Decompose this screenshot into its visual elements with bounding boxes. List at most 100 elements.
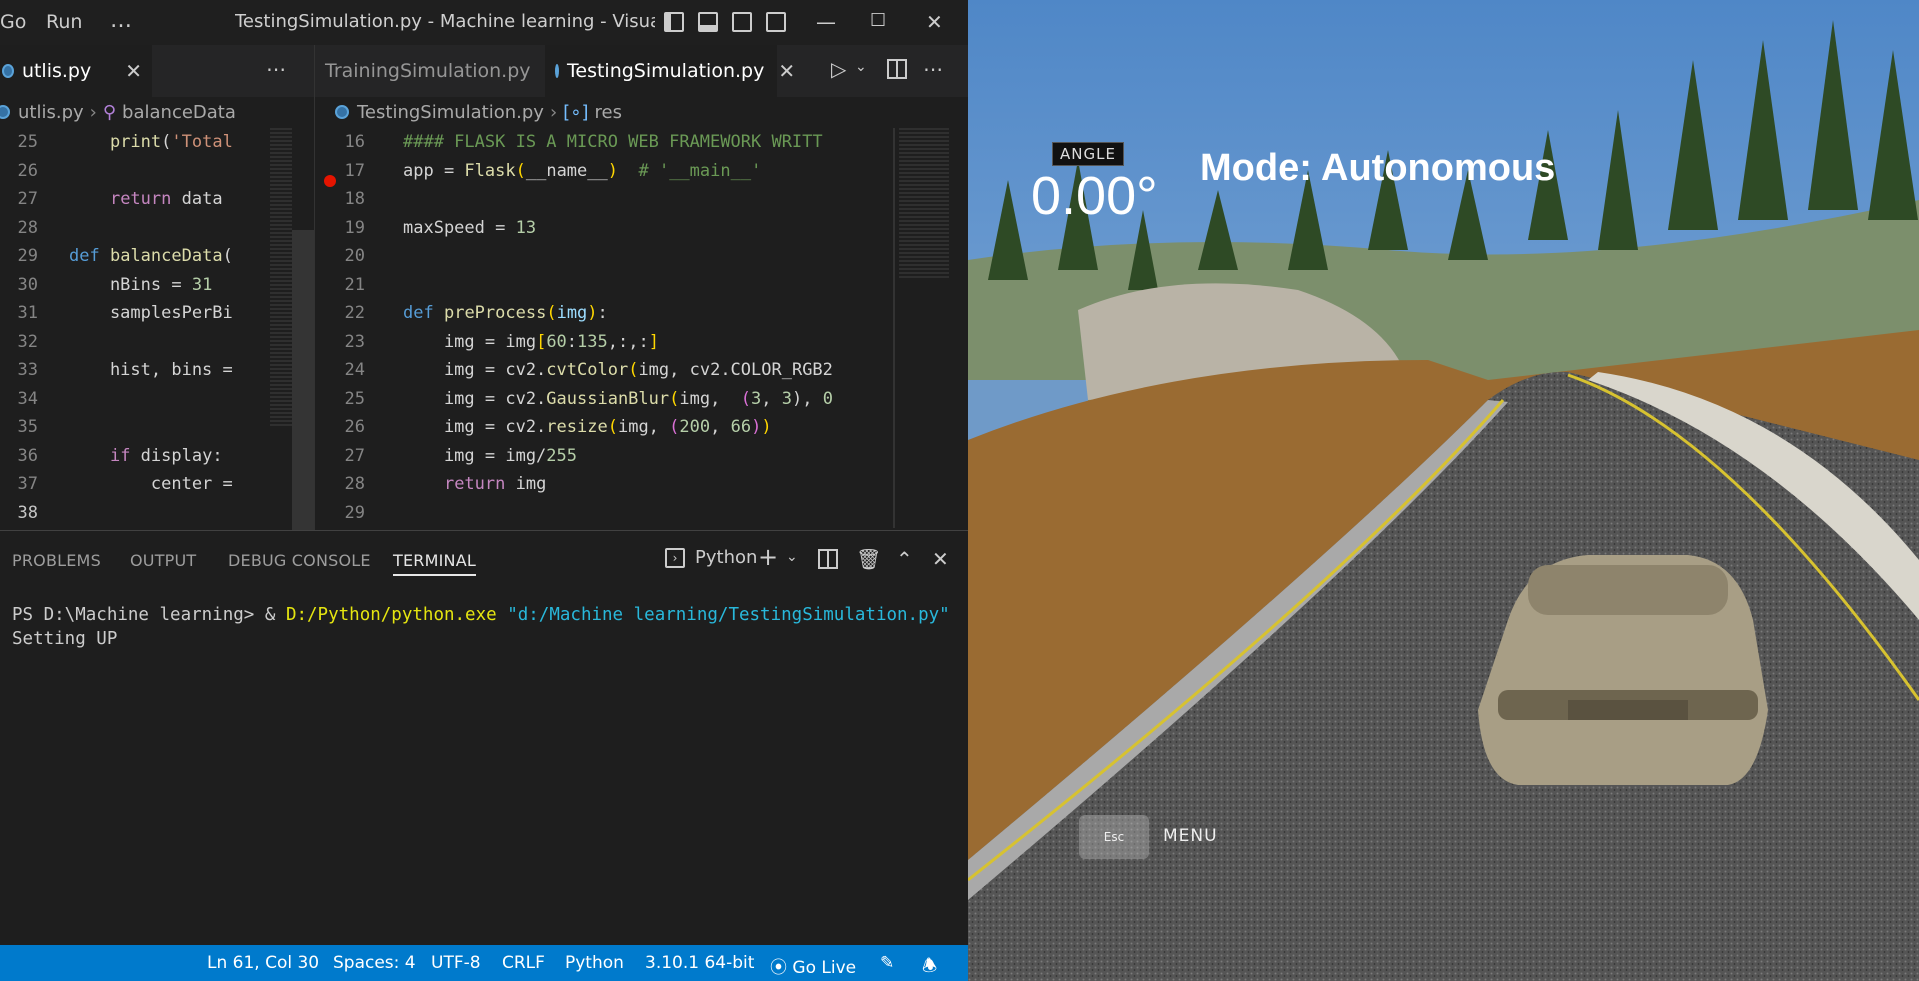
chevron-right-icon: › (549, 101, 558, 123)
tab-terminal[interactable]: TERMINAL (393, 551, 476, 576)
code-line[interactable]: 36 if display: (0, 442, 314, 471)
status-cursor-position[interactable]: Ln 61, Col 30 (207, 953, 319, 973)
code-line[interactable]: 33 hist, bins = (0, 356, 314, 385)
code-line[interactable]: 35 (0, 413, 314, 442)
code-line[interactable]: 22 def preProcess(img): (315, 299, 968, 328)
code-line[interactable]: 25 img = cv2.GaussianBlur(img, (3, 3), 0 (315, 385, 968, 414)
code-line[interactable]: 20 (315, 242, 968, 271)
terminal-selector[interactable]: › Python (665, 547, 757, 568)
terminal-exe: D:/Python/python.exe (285, 605, 497, 625)
tab-testing-simulation[interactable]: TestingSimulation.py ✕ (545, 45, 795, 97)
code-line[interactable]: 17 app = Flask(__name__) # '__main__' (315, 157, 968, 186)
status-indentation[interactable]: Spaces: 4 (333, 953, 416, 973)
menu-label[interactable]: MENU (1163, 826, 1218, 846)
code-line[interactable]: 23 img = img[60:135,:,:] (315, 328, 968, 357)
terminal-script: "d:/Machine learning/TestingSimulation.p… (496, 605, 950, 625)
new-terminal-icon[interactable]: + (758, 543, 778, 571)
chevron-down-icon[interactable]: ⌄ (855, 59, 867, 75)
terminal-output[interactable]: PS D:\Machine learning> & D:/Python/pyth… (12, 603, 952, 651)
line-number: 37 (17, 474, 38, 494)
broadcast-icon: ⦿ (770, 958, 787, 978)
menu-run[interactable]: Run (46, 11, 94, 33)
toggle-secondary-sidebar-icon[interactable] (732, 12, 752, 32)
code-line[interactable]: 16 #### FLASK IS A MICRO WEB FRAMEWORK WR… (315, 128, 968, 157)
chevron-down-icon[interactable]: ⌄ (786, 549, 798, 565)
split-terminal-icon[interactable] (818, 549, 838, 569)
more-actions-icon[interactable]: ⋯ (923, 57, 943, 81)
line-number: 29 (17, 246, 38, 266)
breadcrumb-symbol[interactable]: res (594, 102, 621, 123)
close-panel-icon[interactable]: ✕ (932, 547, 949, 571)
code-line[interactable]: 24 img = cv2.cvtColor(img, cv2.COLOR_RGB… (315, 356, 968, 385)
window-title: TestingSimulation.py - Machine learning … (235, 11, 655, 32)
line-source: return img (443, 474, 547, 494)
menu-more[interactable]: … (110, 8, 144, 33)
close-icon[interactable]: ✕ (778, 59, 795, 83)
trash-icon[interactable]: 🗑 (856, 547, 881, 571)
more-actions-icon[interactable]: ⋯ (266, 57, 286, 81)
code-editor-right[interactable]: 16 #### FLASK IS A MICRO WEB FRAMEWORK WR… (315, 128, 968, 527)
code-line[interactable]: 21 (315, 271, 968, 300)
code-line[interactable]: 37 center = (0, 470, 314, 499)
code-line[interactable]: 29 def balanceData( (0, 242, 314, 271)
tab-bar-left: utlis.py ✕ ⋯ (0, 45, 314, 97)
notifications-bell-icon[interactable]: 🕭 (922, 953, 937, 981)
breadcrumb-file[interactable]: TestingSimulation.py (357, 102, 544, 123)
esc-button[interactable]: Esc (1079, 815, 1149, 859)
breadcrumb-file[interactable]: utlis.py (18, 102, 84, 123)
line-number: 18 (344, 189, 365, 209)
line-number: 22 (344, 303, 365, 323)
code-line[interactable]: 26 (0, 157, 314, 186)
line-source: return data (109, 189, 223, 209)
code-line[interactable]: 25 print('Total (0, 128, 314, 157)
close-icon[interactable]: ✕ (125, 59, 142, 83)
bottom-panel: PROBLEMS OUTPUT DEBUG CONSOLE TERMINAL ›… (0, 530, 968, 945)
split-editor-icon[interactable] (887, 59, 907, 79)
status-eol[interactable]: CRLF (502, 953, 545, 973)
scrollbar-left[interactable] (292, 230, 314, 530)
minimap-right[interactable] (899, 128, 949, 278)
line-source: app = Flask(__name__) # '__main__' (403, 160, 762, 181)
maximize-icon[interactable]: ☐ (870, 10, 886, 31)
code-line[interactable]: 31 samplesPerBi (0, 299, 314, 328)
code-line[interactable]: 27 img = img/255 (315, 442, 968, 471)
terminal-icon: › (665, 547, 685, 568)
status-language[interactable]: Python (565, 953, 624, 973)
scrollbar-right[interactable] (893, 128, 895, 528)
tab-debug-console[interactable]: DEBUG CONSOLE (228, 551, 371, 570)
minimize-icon[interactable]: — (816, 10, 836, 34)
feedback-icon[interactable]: ✎ (880, 953, 894, 973)
breadcrumb-symbol[interactable]: balanceData (122, 102, 236, 123)
status-interpreter[interactable]: 3.10.1 64-bit (645, 953, 754, 973)
customize-layout-icon[interactable] (766, 12, 786, 32)
go-live-label: Go Live (792, 958, 857, 978)
minimap-left[interactable] (270, 128, 292, 428)
code-line[interactable]: 18 (315, 185, 968, 214)
toggle-sidebar-icon[interactable] (664, 12, 684, 32)
code-editor-left[interactable]: 25 print('Total 26 27 return data 28 29 def b… (0, 128, 314, 527)
code-line[interactable]: 30 nBins = 31 (0, 271, 314, 300)
code-line[interactable]: 38 (0, 499, 314, 528)
tab-problems[interactable]: PROBLEMS (12, 551, 101, 570)
maximize-panel-icon[interactable]: ⌃ (896, 547, 913, 571)
tab-training-simulation[interactable]: TrainingSimulation.py (315, 45, 545, 97)
status-encoding[interactable]: UTF-8 (431, 953, 481, 973)
line-number: 31 (17, 303, 38, 323)
code-line[interactable]: 34 (0, 385, 314, 414)
run-icon[interactable]: ▷ (831, 57, 846, 81)
toggle-panel-icon[interactable] (698, 12, 718, 32)
code-line[interactable]: 19 maxSpeed = 13 (315, 214, 968, 243)
code-line[interactable]: 27 return data (0, 185, 314, 214)
close-window-icon[interactable]: ✕ (926, 10, 943, 34)
tab-output[interactable]: OUTPUT (130, 551, 196, 570)
menu-go[interactable]: Go (0, 11, 38, 33)
code-line[interactable]: 28 (0, 214, 314, 243)
code-line[interactable]: 28 return img (315, 470, 968, 499)
tab-utlis[interactable]: utlis.py ✕ (0, 45, 152, 97)
car-simulator-window: ANGLE 0.00° Mode: Autonomous Esc MENU (968, 0, 1919, 981)
code-line[interactable]: 32 (0, 328, 314, 357)
code-line[interactable]: 29 (315, 499, 968, 528)
go-live-button[interactable]: ⦿ Go Live (770, 953, 856, 978)
code-line[interactable]: 26 img = cv2.resize(img, (200, 66)) (315, 413, 968, 442)
angle-value: 0.00° (1031, 166, 1158, 226)
